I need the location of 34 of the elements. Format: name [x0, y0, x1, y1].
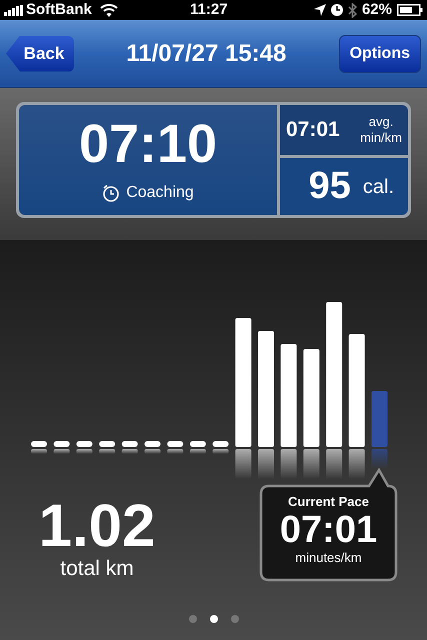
battery-percent: 62% — [362, 0, 392, 20]
wifi-icon — [100, 4, 118, 16]
signal-icon — [4, 4, 24, 16]
distance-label: total km — [60, 556, 134, 582]
location-arrow-icon — [314, 4, 326, 16]
run-date-title: 11/07/27 15:48 — [125, 38, 288, 68]
back-button[interactable]: Back — [6, 36, 74, 72]
current-pace-title: Current Pace — [288, 494, 369, 510]
average-label: avg. — [368, 114, 394, 130]
pace-bar — [122, 441, 138, 454]
current-pace-value: 07:01 — [280, 510, 378, 550]
pace-bar — [167, 441, 184, 454]
pace-bar — [212, 441, 229, 454]
calories-unit: cal. — [362, 174, 394, 200]
options-button[interactable]: Options — [338, 34, 421, 72]
pace-bar — [144, 441, 160, 454]
pace-bar — [99, 441, 116, 454]
battery-icon — [397, 4, 423, 16]
duration-value: 07:10 — [78, 113, 218, 175]
bluetooth-icon — [348, 2, 357, 18]
carrier-name: SoftBank — [26, 0, 92, 20]
distance-value: 1.02 — [38, 496, 156, 556]
calories-value: 95 — [308, 164, 351, 209]
stopwatch-icon — [102, 184, 120, 202]
clock-time: 11:27 — [190, 0, 228, 20]
pace-bar — [190, 441, 206, 454]
pace-unit: min/km — [360, 130, 402, 146]
current-pace-unit: minutes/km — [295, 550, 362, 566]
clock-icon — [330, 4, 343, 16]
coaching-label: Coaching — [126, 183, 194, 203]
pace-bar — [54, 441, 70, 454]
pace-bar — [76, 441, 92, 454]
average-pace-value: 07:01 — [286, 117, 340, 144]
pace-bar — [31, 441, 47, 454]
